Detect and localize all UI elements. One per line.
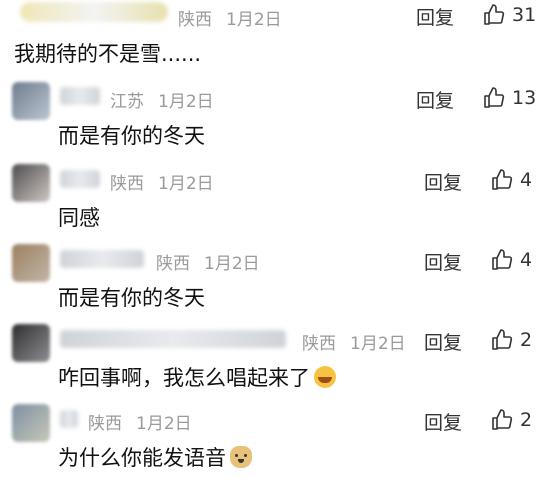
comment-location: 陕西	[88, 414, 122, 434]
like-count: 2	[520, 329, 533, 351]
comment-date: 1月2日	[136, 414, 192, 434]
comment-location: 陕西	[178, 10, 212, 30]
comment-text: 为什么你能发语音	[58, 442, 252, 472]
username-blur	[60, 330, 286, 348]
comment-text-content: 而是有你的冬天	[58, 124, 205, 148]
reply-button[interactable]: 回复	[424, 408, 462, 435]
comment-text: 咋回事啊，我怎么唱起来了	[58, 362, 336, 392]
like-button[interactable]: 13	[482, 86, 536, 110]
comment-row: 陕西 1月2日 回复 4 而是有你的冬天	[0, 240, 549, 320]
comment-meta: 陕西 1月2日	[110, 169, 214, 194]
comment-text-content: 而是有你的冬天	[58, 286, 205, 310]
avatar[interactable]	[12, 82, 50, 120]
like-button[interactable]: 2	[490, 328, 532, 352]
comment-text: 而是有你的冬天	[58, 120, 205, 150]
like-count: 31	[512, 4, 537, 26]
like-button[interactable]: 2	[490, 408, 532, 432]
username-blur	[60, 250, 144, 268]
comment-meta: 陕西 1月2日	[178, 5, 282, 30]
like-button[interactable]: 4	[490, 168, 532, 192]
comment-meta: 陕西 1月2日	[302, 329, 406, 354]
like-count: 13	[512, 87, 537, 109]
reply-button[interactable]: 回复	[424, 328, 462, 355]
thumbs-up-icon	[492, 409, 513, 430]
doge-emoji-icon	[230, 446, 252, 468]
username-blur	[60, 410, 78, 428]
like-button[interactable]: 4	[490, 248, 532, 272]
comment-row: 江苏 1月2日 回复 13 而是有你的冬天	[0, 78, 549, 158]
comment-date: 1月2日	[204, 254, 260, 274]
comment-row: 陕西 1月2日 回复 4 同感	[0, 160, 549, 240]
username-blur	[60, 87, 100, 105]
comment-date: 1月2日	[158, 92, 214, 112]
thumbs-up-icon	[492, 329, 513, 350]
thumbs-up-icon	[492, 169, 513, 190]
comment-text-content: 咋回事啊，我怎么唱起来了	[58, 366, 310, 390]
avatar[interactable]	[12, 164, 50, 202]
comment-text-content: 同感	[58, 206, 100, 230]
username-blur	[20, 2, 168, 22]
thumbs-up-icon	[492, 249, 513, 270]
comment-meta: 陕西 1月2日	[156, 249, 260, 274]
comment-row: 陕西 1月2日 回复 2 为什么你能发语音	[0, 400, 549, 479]
comment-text: 而是有你的冬天	[58, 282, 205, 312]
comment-date: 1月2日	[350, 334, 406, 354]
comment-location: 江苏	[110, 92, 144, 112]
reply-button[interactable]: 回复	[416, 3, 454, 30]
thumbs-up-icon	[484, 87, 505, 108]
avatar[interactable]	[12, 404, 50, 442]
username-blur	[60, 170, 100, 188]
laugh-cry-emoji-icon	[314, 366, 336, 388]
comment-date: 1月2日	[158, 174, 214, 194]
avatar[interactable]	[12, 324, 50, 362]
comment-meta: 江苏 1月2日	[110, 87, 214, 112]
reply-button[interactable]: 回复	[416, 86, 454, 113]
comment-location: 陕西	[302, 334, 336, 354]
like-count: 2	[520, 409, 533, 431]
comment-text: 同感	[58, 202, 100, 232]
comment-meta: 陕西 1月2日	[88, 409, 192, 434]
reply-button[interactable]: 回复	[424, 168, 462, 195]
thumbs-up-icon	[484, 4, 505, 25]
comment-text-content: 我期待的不是雪......	[14, 42, 202, 66]
comment-text: 我期待的不是雪......	[14, 38, 201, 68]
like-count: 4	[520, 169, 533, 191]
comment-location: 陕西	[156, 254, 190, 274]
like-count: 4	[520, 249, 533, 271]
reply-button[interactable]: 回复	[424, 248, 462, 275]
avatar[interactable]	[12, 244, 50, 282]
like-button[interactable]: 31	[482, 3, 536, 27]
comment-location: 陕西	[110, 174, 144, 194]
comment-date: 1月2日	[226, 10, 282, 30]
comment-row: 陕西 1月2日 回复 2 咋回事啊，我怎么唱起来了	[0, 320, 549, 400]
comment-text-content: 为什么你能发语音	[58, 446, 226, 470]
comment-row: 陕西 1月2日 回复 31 我期待的不是雪......	[0, 0, 549, 72]
